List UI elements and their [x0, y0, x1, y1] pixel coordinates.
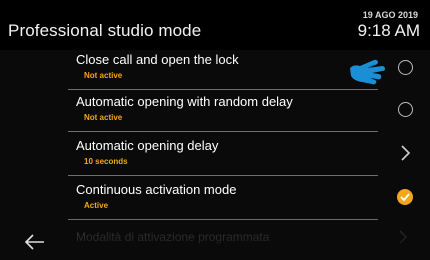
chevron-right-icon[interactable]	[398, 230, 408, 244]
menu-item-automatic-opening-random-delay[interactable]: Automatic opening with random delay Not …	[60, 92, 420, 132]
pointing-hand-icon	[350, 59, 385, 85]
radio-button[interactable]	[394, 56, 416, 78]
divider	[68, 131, 378, 132]
menu-item-status: Not active	[84, 71, 123, 80]
menu-item-label: Close call and open the lock	[76, 52, 239, 67]
divider	[68, 89, 378, 90]
date-label: 19 AGO 2019	[362, 10, 418, 20]
settings-menu: Close call and open the lock Not active …	[0, 50, 430, 260]
page-title: Professional studio mode	[8, 21, 202, 40]
radio-unselected-icon	[397, 59, 413, 75]
menu-item-automatic-opening-delay[interactable]: Automatic opening delay 10 seconds	[60, 136, 420, 176]
divider	[68, 219, 378, 220]
menu-item-scheduled-activation-mode[interactable]: Modalità di attivazione programmata	[76, 230, 269, 244]
menu-item-status: Not active	[84, 113, 123, 122]
chevron-right-icon[interactable]	[394, 142, 416, 164]
header-bar: Professional studio mode 19 AGO 2019 9:1…	[0, 0, 430, 50]
menu-item-label: Continuous activation mode	[76, 182, 237, 197]
menu-item-close-call-open-lock[interactable]: Close call and open the lock Not active	[60, 50, 420, 90]
menu-item-label: Automatic opening with random delay	[76, 94, 293, 109]
menu-item-continuous-activation-mode[interactable]: Continuous activation mode Active	[60, 180, 420, 220]
menu-item-status: Active	[84, 201, 109, 210]
screen: Professional studio mode 19 AGO 2019 9:1…	[0, 0, 430, 260]
check-selected-icon[interactable]	[394, 186, 416, 208]
clock-time: 9:18 AM	[357, 21, 420, 40]
menu-item-status: 10 seconds	[84, 157, 128, 166]
divider	[68, 175, 378, 176]
menu-item-label: Automatic opening delay	[76, 138, 219, 153]
radio-button[interactable]	[394, 98, 416, 120]
radio-unselected-icon	[397, 101, 413, 117]
arrow-left-icon[interactable]	[24, 233, 46, 251]
